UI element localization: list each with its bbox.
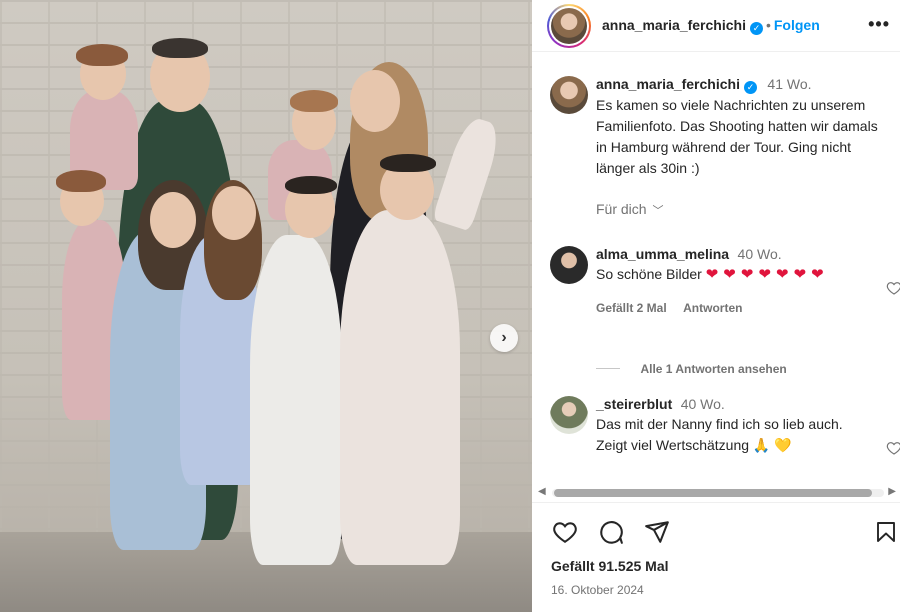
photo-hair	[380, 154, 436, 172]
photo-head	[150, 192, 196, 248]
separator-dot: •	[765, 17, 771, 33]
pray-emoji: 🙏	[752, 437, 771, 453]
more-options-icon[interactable]: •••	[868, 14, 890, 35]
photo-hair	[56, 170, 106, 192]
caption-time: 41 Wo.	[767, 76, 812, 92]
share-send-icon[interactable]	[644, 519, 670, 550]
reply-button[interactable]: Antworten	[683, 301, 742, 315]
caption-author-avatar[interactable]	[550, 76, 588, 114]
post-date: 16. Oktober 2024	[551, 583, 644, 597]
post-details-panel: anna_maria_ferchichi ✓ • Folgen ••• anna_ma…	[532, 0, 900, 612]
follow-button[interactable]: Folgen	[774, 17, 820, 33]
comment-icon[interactable]	[598, 519, 624, 550]
photo-hair	[285, 176, 337, 194]
comment-avatar[interactable]	[550, 396, 588, 434]
carousel-next-button[interactable]: ›	[490, 324, 518, 352]
comment-time: 40 Wo.	[737, 246, 782, 262]
translation-toggle[interactable]: Für dich ﹀	[596, 201, 886, 218]
post-photo[interactable]: ›	[0, 0, 532, 612]
comment-like-heart-icon[interactable]	[886, 440, 900, 461]
comment-time: 40 Wo.	[680, 396, 725, 412]
caption-text: Es kamen so viele Nachrichten zu unserem…	[596, 97, 878, 176]
scroll-thumb[interactable]	[554, 489, 872, 497]
likes-count[interactable]: Gefällt 91.525 Mal	[551, 558, 669, 574]
post-header: anna_maria_ferchichi ✓ • Folgen •••	[532, 0, 900, 52]
view-replies-button[interactable]: Alle 1 Antworten ansehen	[596, 360, 787, 378]
photo-person-boy	[340, 210, 460, 565]
comment-like-heart-icon[interactable]	[886, 280, 900, 301]
like-heart-icon[interactable]	[551, 519, 579, 550]
photo-hair	[76, 44, 128, 66]
author-avatar	[551, 8, 587, 44]
photo-head	[350, 70, 400, 132]
post-actions: Gefällt 91.525 Mal 16. Oktober 2024	[532, 502, 900, 612]
story-ring[interactable]	[547, 4, 591, 48]
scroll-right-arrow-icon[interactable]: ▶	[888, 486, 896, 497]
yellow-heart-emoji: 💛	[774, 437, 792, 453]
replies-divider-line	[596, 368, 620, 370]
scroll-left-arrow-icon[interactable]: ◀	[538, 486, 546, 497]
chevron-down-icon: ﹀	[652, 205, 664, 217]
photo-hair	[152, 38, 208, 58]
verified-badge-icon: ✓	[743, 81, 757, 94]
bookmark-icon[interactable]	[874, 519, 898, 550]
caption-author-username[interactable]: anna_maria_ferchichi	[596, 76, 740, 92]
comment-likes[interactable]: Gefällt 2 Mal	[596, 301, 667, 315]
photo-person-boy	[250, 235, 342, 565]
comment-author[interactable]: _steirerblut	[596, 396, 672, 412]
comment-avatar[interactable]	[550, 246, 588, 284]
comment-author[interactable]: alma_umma_melina	[596, 246, 729, 262]
comment-text: So schöne Bilder ❤❤❤❤❤❤❤	[596, 266, 829, 283]
author-username[interactable]: anna_maria_ferchichi	[602, 17, 746, 33]
photo-hair	[290, 90, 338, 112]
comment-text: Das mit der Nanny find ich so lieb auch.…	[596, 416, 843, 453]
photo-head	[212, 186, 256, 240]
comments-horizontal-scrollbar[interactable]: ◀ ▶	[538, 485, 898, 501]
chevron-right-icon: ›	[501, 329, 507, 346]
comment-emoji: ❤❤❤❤❤❤❤	[705, 266, 829, 283]
verified-badge-icon: ✓	[749, 22, 763, 35]
